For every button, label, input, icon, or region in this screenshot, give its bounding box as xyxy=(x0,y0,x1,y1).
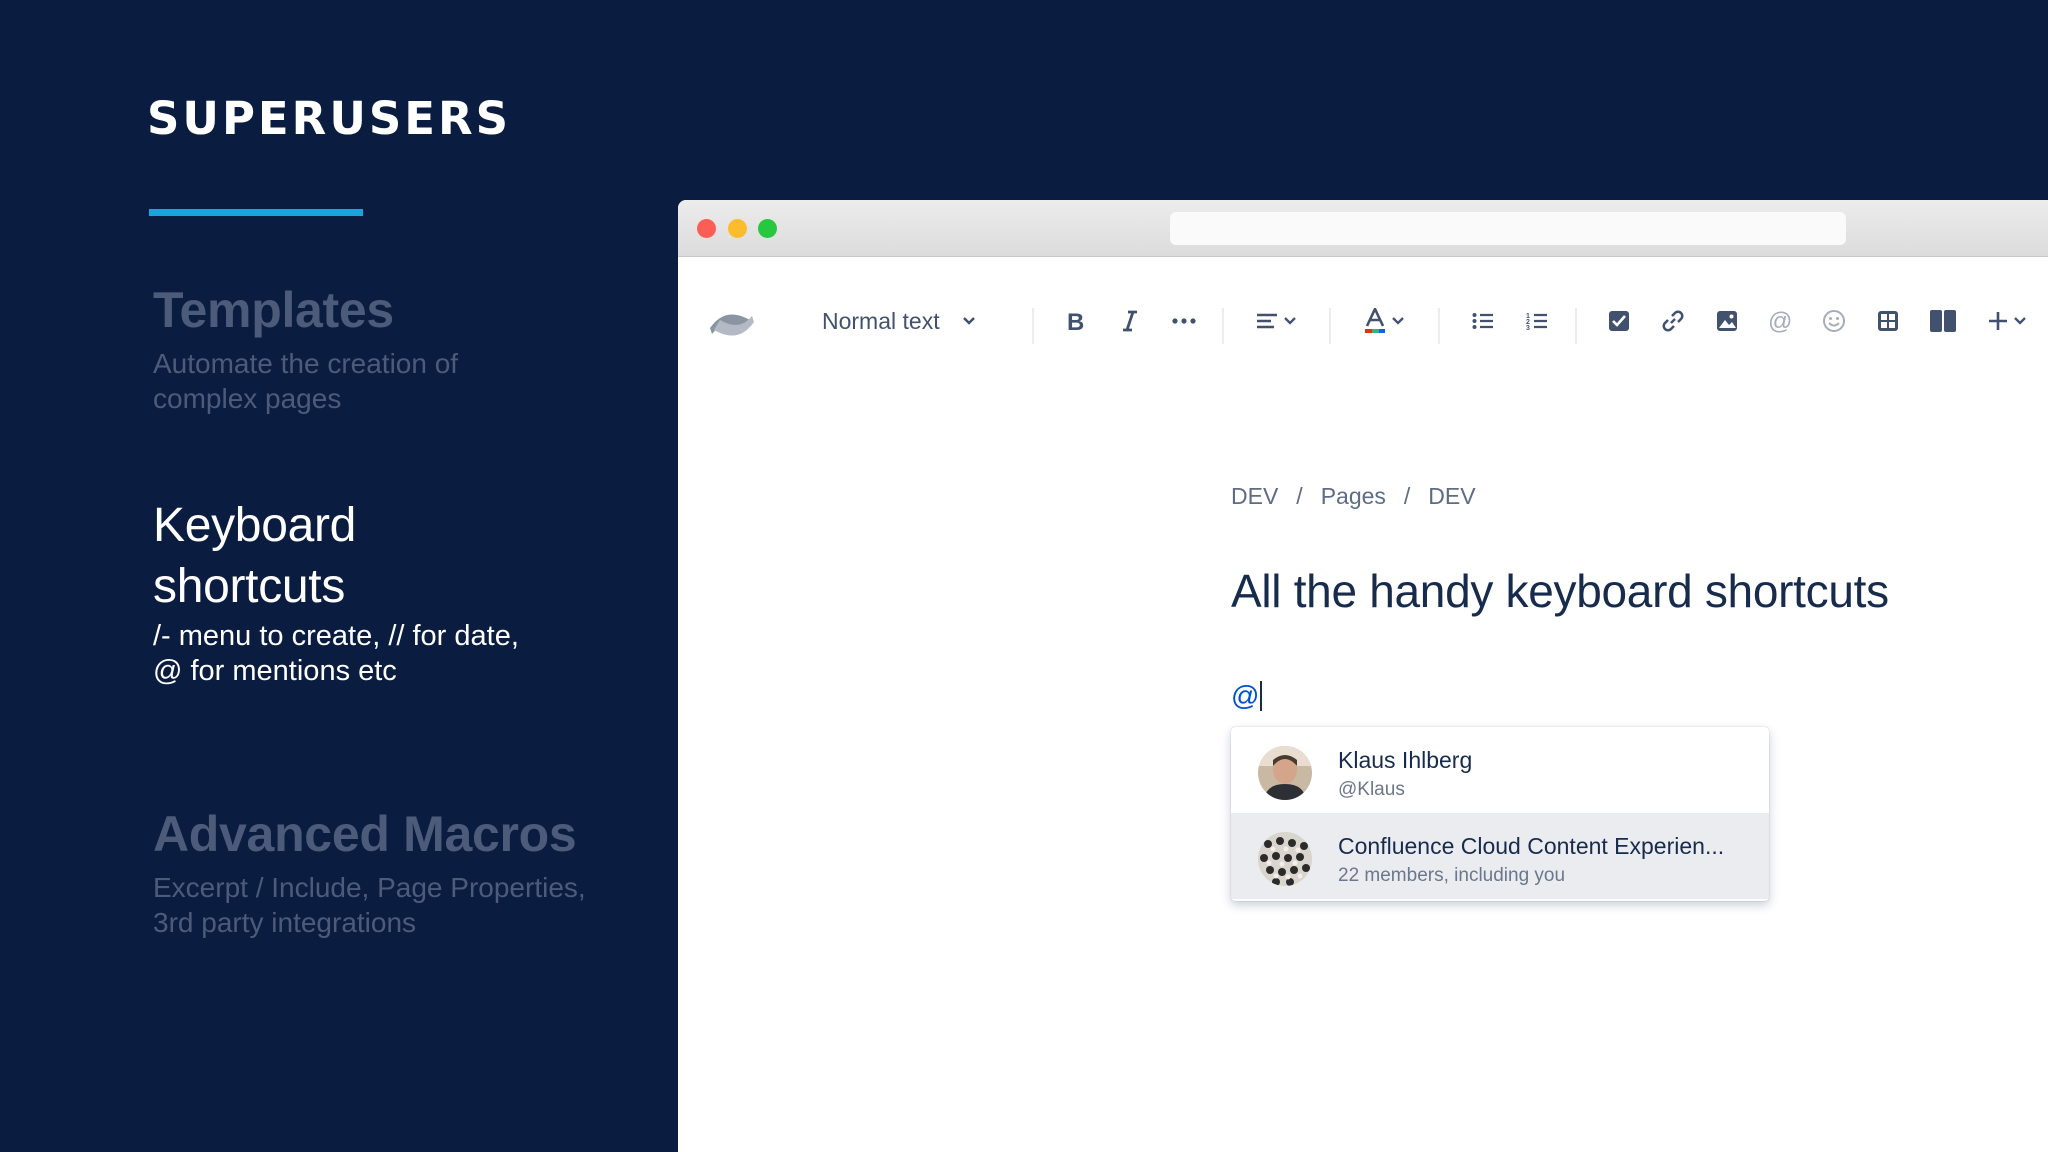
text-caret xyxy=(1260,681,1263,711)
text-color-dropdown[interactable] xyxy=(1359,306,1409,336)
brand-underline xyxy=(149,209,363,216)
description-line: complex pages xyxy=(153,383,342,414)
close-window-button[interactable] xyxy=(697,219,716,238)
breadcrumb: DEV / Pages / DEV xyxy=(1231,483,1476,510)
page-title-input[interactable]: All the handy keyboard shortcuts xyxy=(1231,564,1889,618)
breadcrumb-pages-link[interactable]: Pages xyxy=(1321,483,1386,510)
bold-icon[interactable]: B xyxy=(1061,306,1091,336)
mention-query: @ xyxy=(1231,680,1260,711)
confluence-logo-icon[interactable] xyxy=(708,300,756,348)
brand-title: SUPERUSERS xyxy=(147,92,512,145)
more-formatting-icon[interactable] xyxy=(1167,306,1201,336)
editor-body[interactable]: @ xyxy=(1231,680,1263,712)
bullet-list-icon[interactable] xyxy=(1468,306,1498,336)
svg-text:B: B xyxy=(1067,309,1084,333)
mention-icon[interactable]: @ xyxy=(1765,306,1795,336)
breadcrumb-space-link[interactable]: DEV xyxy=(1231,483,1278,510)
mention-option-username: @Klaus xyxy=(1338,779,1405,800)
toolbar-divider xyxy=(1575,308,1577,344)
toolbar-divider xyxy=(1032,308,1034,344)
mention-option-name: Klaus Ihlberg xyxy=(1338,747,1473,773)
task-icon[interactable] xyxy=(1604,306,1634,336)
breadcrumb-separator: / xyxy=(1296,483,1303,509)
browser-window: Normal text B 1 2 3 @ DEV / Pages / DEV … xyxy=(678,200,2048,1152)
section-description: /- menu to create, // for date, @ for me… xyxy=(153,619,673,689)
description-line: 3rd party integrations xyxy=(153,907,417,938)
italic-icon[interactable] xyxy=(1115,306,1145,336)
mention-option-user[interactable]: Klaus Ihlberg @Klaus xyxy=(1231,727,1769,813)
address-bar[interactable] xyxy=(1170,212,1846,245)
editor-toolbar: Normal text B 1 2 3 @ xyxy=(678,286,2048,350)
svg-text:3: 3 xyxy=(1526,325,1530,331)
mention-option-team[interactable]: Confluence Cloud Content Experien... 22 … xyxy=(1231,813,1769,899)
layout-icon[interactable] xyxy=(1926,306,1960,336)
image-icon[interactable] xyxy=(1712,306,1742,336)
plus-icon xyxy=(1988,312,2007,330)
align-left-icon xyxy=(1257,313,1277,329)
team-avatar xyxy=(1258,832,1312,886)
chevron-down-icon xyxy=(2013,317,2026,325)
toolbar-divider xyxy=(1329,308,1331,344)
chevron-down-icon xyxy=(1284,317,1296,325)
title-line: shortcuts xyxy=(153,560,346,613)
toolbar-divider xyxy=(1222,308,1224,344)
maximize-window-button[interactable] xyxy=(758,219,777,238)
numbered-list-icon[interactable]: 123 xyxy=(1522,306,1552,336)
section-keyboard-shortcuts: Keyboard shortcuts /- menu to create, //… xyxy=(153,495,673,689)
section-description: Automate the creation of complex pages xyxy=(153,346,673,416)
section-description: Excerpt / Include, Page Properties, 3rd … xyxy=(153,870,673,940)
title-line: Keyboard xyxy=(153,499,357,552)
section-title: Keyboard shortcuts xyxy=(153,495,673,617)
description-line: /- menu to create, // for date, xyxy=(153,620,519,652)
mention-option-name: Confluence Cloud Content Experien... xyxy=(1338,833,1725,859)
description-line: Excerpt / Include, Page Properties, xyxy=(153,872,586,903)
align-dropdown[interactable] xyxy=(1251,306,1301,336)
mention-option-members: 22 members, including you xyxy=(1338,865,1566,886)
toolbar-divider xyxy=(1438,308,1440,344)
window-titlebar xyxy=(678,200,2048,257)
chevron-down-icon xyxy=(962,317,975,325)
insert-dropdown[interactable] xyxy=(1981,306,2031,336)
text-color-icon xyxy=(1365,308,1385,333)
text-style-dropdown[interactable]: Normal text xyxy=(822,306,1012,336)
link-icon[interactable] xyxy=(1658,306,1688,336)
section-advanced-macros: Advanced Macros Excerpt / Include, Page … xyxy=(153,804,673,940)
svg-text:@: @ xyxy=(1768,309,1792,333)
mention-suggestions-popup: Klaus Ihlberg @Klaus Confluence Cloud Co… xyxy=(1231,727,1769,901)
description-line: Automate the creation of xyxy=(153,348,459,379)
minimize-window-button[interactable] xyxy=(728,219,747,238)
section-title: Advanced Macros xyxy=(153,806,577,862)
table-icon[interactable] xyxy=(1873,306,1903,336)
chevron-down-icon xyxy=(1392,317,1404,325)
breadcrumb-parent-link[interactable]: DEV xyxy=(1428,483,1475,510)
section-title: Templates xyxy=(153,282,394,338)
description-line: @ for mentions etc xyxy=(153,655,397,687)
emoji-icon[interactable] xyxy=(1819,306,1849,336)
section-templates: Templates Automate the creation of compl… xyxy=(153,280,673,416)
breadcrumb-separator: / xyxy=(1403,483,1411,509)
avatar xyxy=(1258,746,1312,800)
text-style-label: Normal text xyxy=(822,307,940,334)
